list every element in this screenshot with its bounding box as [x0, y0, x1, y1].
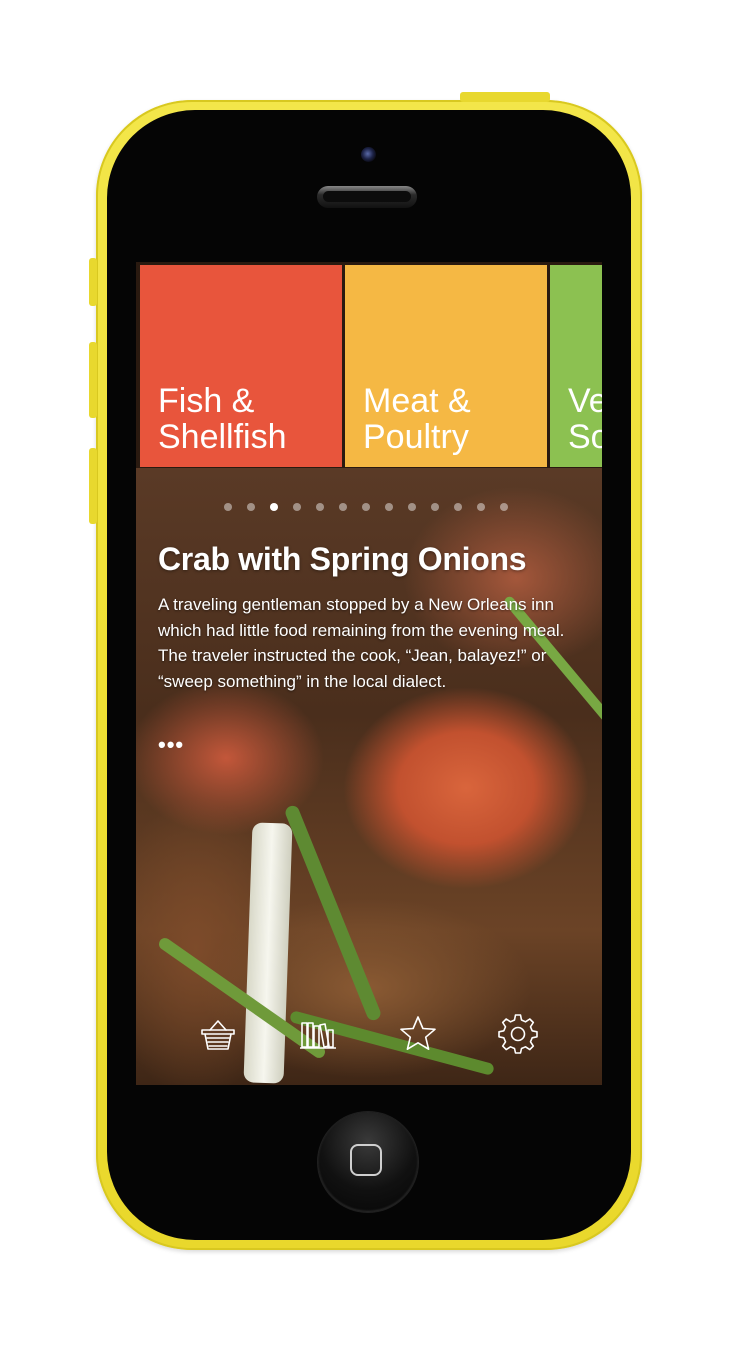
page-dot[interactable] [477, 503, 485, 511]
volume-down-button [89, 448, 97, 524]
page-indicator[interactable] [224, 503, 508, 511]
volume-up-button [89, 342, 97, 418]
page-dot-active[interactable] [270, 503, 278, 511]
library-icon [300, 1022, 336, 1049]
page-dot[interactable] [454, 503, 462, 511]
gear-icon [498, 1014, 538, 1054]
page-dot[interactable] [224, 503, 232, 511]
category-strip: Fish & Shellfish Meat & Poultry Ve So [140, 265, 602, 467]
earpiece-speaker [317, 186, 417, 208]
star-icon [400, 1016, 436, 1050]
home-button[interactable] [318, 1112, 418, 1212]
category-tile-meat[interactable]: Meat & Poultry [345, 265, 547, 467]
recipe-description: A traveling gentleman stopped by a New O… [158, 595, 565, 692]
category-label: Ve So [568, 382, 602, 456]
page-dot[interactable] [408, 503, 416, 511]
category-tile-fish[interactable]: Fish & Shellfish [140, 265, 342, 467]
page-dot[interactable] [431, 503, 439, 511]
basket-tab[interactable] [196, 1012, 240, 1056]
library-tab[interactable] [296, 1012, 340, 1056]
app-screen: Fish & Shellfish Meat & Poultry Ve So Cr… [136, 262, 602, 1085]
page-dot[interactable] [316, 503, 324, 511]
recipe-title: Crab with Spring Onions [158, 541, 527, 577]
page-dot[interactable] [247, 503, 255, 511]
category-label: Meat & Poultry [363, 382, 471, 456]
category-tile-veg[interactable]: Ve So [550, 265, 602, 467]
page-dot[interactable] [339, 503, 347, 511]
silent-switch [89, 258, 97, 306]
settings-tab[interactable] [496, 1012, 540, 1056]
favorites-tab[interactable] [396, 1012, 440, 1056]
page-dot[interactable] [293, 503, 301, 511]
more-button[interactable]: ••• [158, 732, 184, 758]
page-dot[interactable] [385, 503, 393, 511]
category-label: Fish & Shellfish [158, 382, 287, 456]
tab-bar [136, 1012, 602, 1072]
page-dot[interactable] [500, 503, 508, 511]
front-camera [361, 147, 376, 162]
power-button [460, 92, 550, 102]
home-square-icon [350, 1144, 382, 1176]
basket-icon [201, 1020, 235, 1050]
green-onion [283, 803, 383, 1023]
page-dot[interactable] [362, 503, 370, 511]
